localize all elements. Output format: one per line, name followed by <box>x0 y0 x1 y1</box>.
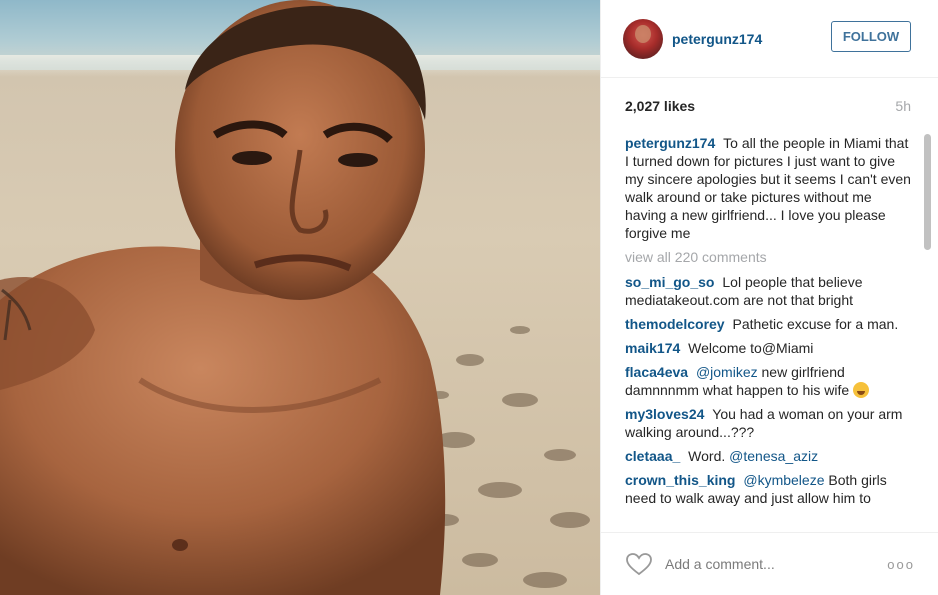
comment-username[interactable]: cletaaa_ <box>625 448 684 464</box>
comment-username[interactable]: my3loves24 <box>625 406 708 422</box>
comment-footer: ooo <box>601 532 938 595</box>
view-all-comments-link[interactable]: view all 220 comments <box>625 248 915 266</box>
post-time[interactable]: 5h <box>895 98 911 114</box>
caption: petergunz174 To all the people in Miami … <box>625 134 915 242</box>
comment-list[interactable]: petergunz174 To all the people in Miami … <box>625 134 915 530</box>
post-header: petergunz174 FOLLOW <box>601 0 938 78</box>
avatar[interactable] <box>623 18 663 59</box>
comment-username[interactable]: flaca4eva <box>625 364 692 380</box>
comment-text: Word. <box>688 448 726 464</box>
comment-item: maik174 Welcome to@Miami <box>625 339 915 357</box>
add-comment-input[interactable] <box>665 556 865 572</box>
likes-count[interactable]: 2,027 likes <box>625 98 695 114</box>
comment-username[interactable]: crown_this_king <box>625 472 739 488</box>
post-photo[interactable] <box>0 0 600 595</box>
more-options-icon[interactable]: ooo <box>887 557 915 572</box>
comment-mention[interactable]: @tenesa_aziz <box>729 448 818 464</box>
follow-button[interactable]: FOLLOW <box>831 21 911 52</box>
comment-item: themodelcorey Pathetic excuse for a man. <box>625 315 915 333</box>
post-stats: 2,027 likes 5h <box>601 78 938 134</box>
comment-username[interactable]: so_mi_go_so <box>625 274 718 290</box>
comment-text: Pathetic excuse for a man. <box>732 316 899 332</box>
post-side-panel: petergunz174 FOLLOW 2,027 likes 5h peter… <box>600 0 938 595</box>
comments-scrollbar[interactable] <box>924 134 931 250</box>
comment-item: so_mi_go_so Lol people that believe medi… <box>625 273 915 309</box>
comment-mention[interactable]: @jomikez <box>696 364 758 380</box>
comment-username[interactable]: themodelcorey <box>625 316 728 332</box>
instagram-post-modal: petergunz174 FOLLOW 2,027 likes 5h peter… <box>0 0 938 595</box>
comment-mention[interactable]: @kymbeleze <box>743 472 824 488</box>
selfie-figure <box>0 0 590 595</box>
comment-username[interactable]: maik174 <box>625 340 684 356</box>
comment-item: my3loves24 You had a woman on your arm w… <box>625 405 915 441</box>
comment-item: cletaaa_ Word. @tenesa_aziz <box>625 447 915 465</box>
laughing-emoji-icon <box>853 382 870 398</box>
heart-icon[interactable] <box>625 552 653 576</box>
comment-text: Welcome to@Miami <box>688 340 814 356</box>
comment-item: flaca4eva @jomikez new girlfriend damnnn… <box>625 363 915 399</box>
username-link[interactable]: petergunz174 <box>672 31 762 47</box>
caption-username[interactable]: petergunz174 <box>625 135 719 151</box>
comment-item: crown_this_king @kymbeleze Both girls ne… <box>625 471 915 507</box>
